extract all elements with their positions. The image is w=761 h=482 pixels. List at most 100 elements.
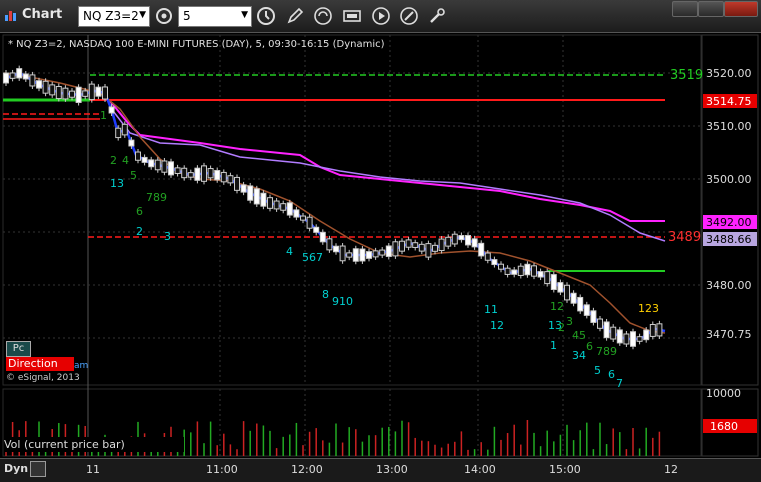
count-label: 910 bbox=[332, 295, 353, 308]
count-label: 1 bbox=[550, 339, 557, 352]
dyn-label: Dyn bbox=[4, 462, 29, 475]
chart-canvas[interactable]: * NQ Z3=2, NASDAQ 100 E-MINI FUTURES (DA… bbox=[0, 33, 761, 458]
candle-body bbox=[636, 336, 643, 342]
candle-body bbox=[465, 234, 471, 246]
count-label: 5 bbox=[130, 169, 137, 182]
candle-body bbox=[36, 80, 42, 89]
candle-body bbox=[504, 267, 511, 275]
candle-body bbox=[385, 245, 392, 257]
minimize-button[interactable] bbox=[672, 1, 698, 17]
candle-body bbox=[128, 139, 135, 147]
candle-body bbox=[649, 324, 656, 337]
interval-value: 5 bbox=[183, 9, 191, 23]
candle-body bbox=[240, 184, 247, 193]
candle-body bbox=[234, 176, 240, 191]
count-label: 8 bbox=[322, 288, 329, 301]
candle-body bbox=[570, 292, 577, 304]
dyn-toggle-button[interactable] bbox=[30, 461, 46, 477]
candle-body bbox=[154, 159, 161, 171]
candle-body bbox=[438, 238, 445, 252]
candle-body bbox=[451, 233, 458, 245]
candle-body bbox=[603, 321, 610, 339]
candle-body bbox=[524, 263, 531, 276]
candle-body bbox=[610, 326, 617, 340]
candle-body bbox=[181, 167, 188, 179]
candle-body bbox=[148, 159, 155, 168]
link-icon[interactable] bbox=[399, 6, 419, 26]
candle-body bbox=[656, 323, 663, 337]
candle-body bbox=[300, 215, 306, 221]
candle-body bbox=[306, 216, 313, 229]
count-label: 6 bbox=[136, 205, 143, 218]
candle-body bbox=[445, 236, 452, 247]
axis-label-3500: 3500.00 bbox=[706, 173, 752, 186]
candle-body bbox=[227, 175, 234, 184]
volume-scale-label: 10000 bbox=[706, 387, 741, 400]
candle-body bbox=[405, 239, 412, 248]
candle-body bbox=[425, 243, 432, 258]
candle-body bbox=[75, 86, 82, 103]
count-label: 7 bbox=[616, 377, 623, 390]
candle-body bbox=[399, 240, 405, 252]
count-label: 789 bbox=[596, 345, 617, 358]
time-label: 11 bbox=[86, 463, 100, 476]
candle-body bbox=[187, 172, 194, 178]
candle-body bbox=[379, 249, 386, 256]
candle-body bbox=[544, 271, 551, 285]
candle-body bbox=[22, 73, 29, 80]
window-title: Chart bbox=[22, 7, 63, 22]
count-label: 4 bbox=[122, 154, 129, 167]
time-label: 14:00 bbox=[464, 463, 496, 476]
count-label: 567 bbox=[302, 251, 323, 264]
candle-body bbox=[161, 160, 168, 173]
settings-gear-icon[interactable] bbox=[154, 6, 174, 26]
symbol-select[interactable]: NQ Z3=2 ▼ bbox=[78, 6, 150, 27]
candle-body bbox=[597, 318, 603, 329]
candle-body bbox=[432, 244, 438, 252]
candle-body bbox=[62, 87, 69, 100]
count-label: 12 bbox=[490, 319, 504, 332]
candle-body bbox=[478, 242, 485, 257]
candle-body bbox=[471, 238, 478, 248]
candle-body bbox=[392, 241, 399, 257]
candle-body bbox=[201, 165, 207, 182]
direction-tail: am bbox=[74, 361, 89, 371]
candle-body bbox=[42, 80, 49, 94]
refresh-icon[interactable] bbox=[313, 6, 333, 26]
tools-icon[interactable] bbox=[427, 6, 447, 26]
count-label: 2 bbox=[558, 321, 565, 334]
candle-body bbox=[352, 248, 359, 262]
candle-body bbox=[280, 203, 287, 211]
clock-icon[interactable] bbox=[256, 6, 276, 26]
count-label: 34 bbox=[572, 349, 586, 362]
candle-body bbox=[214, 170, 221, 181]
maximize-button[interactable] bbox=[698, 1, 724, 17]
candle-body bbox=[286, 202, 293, 216]
data-window-icon[interactable] bbox=[342, 6, 362, 26]
candle-body bbox=[253, 188, 260, 205]
count-label: 45 bbox=[572, 329, 586, 342]
candle-body bbox=[590, 310, 597, 323]
candle-body bbox=[260, 192, 267, 207]
interval-select[interactable]: 5 ▼ bbox=[178, 6, 252, 27]
candle-body bbox=[616, 329, 623, 344]
play-icon[interactable] bbox=[371, 6, 391, 26]
count-label: 1 bbox=[100, 109, 107, 122]
pc-button[interactable]: Pc bbox=[6, 341, 31, 357]
count-label: 5 bbox=[594, 364, 601, 377]
candle-body bbox=[108, 106, 115, 114]
axis-label-3480: 3480.00 bbox=[706, 279, 752, 292]
candle-body bbox=[9, 72, 16, 79]
count-label: 6 bbox=[586, 340, 593, 353]
candle-body bbox=[564, 284, 570, 301]
candle-body bbox=[293, 209, 300, 218]
time-axis[interactable]: Dyn 11 11:00 12:00 13:00 14:00 15:00 12 bbox=[0, 458, 761, 482]
magenta-price-text: 3492.00 bbox=[706, 216, 752, 229]
candle-body bbox=[141, 156, 148, 163]
candle-body bbox=[319, 231, 326, 243]
axis-label-3520: 3520.00 bbox=[706, 67, 752, 80]
close-button[interactable] bbox=[724, 1, 758, 17]
candle-body bbox=[537, 271, 544, 278]
pencil-icon[interactable] bbox=[285, 6, 305, 26]
chart-info-text: * NQ Z3=2, NASDAQ 100 E-MINI FUTURES (DA… bbox=[8, 39, 385, 50]
